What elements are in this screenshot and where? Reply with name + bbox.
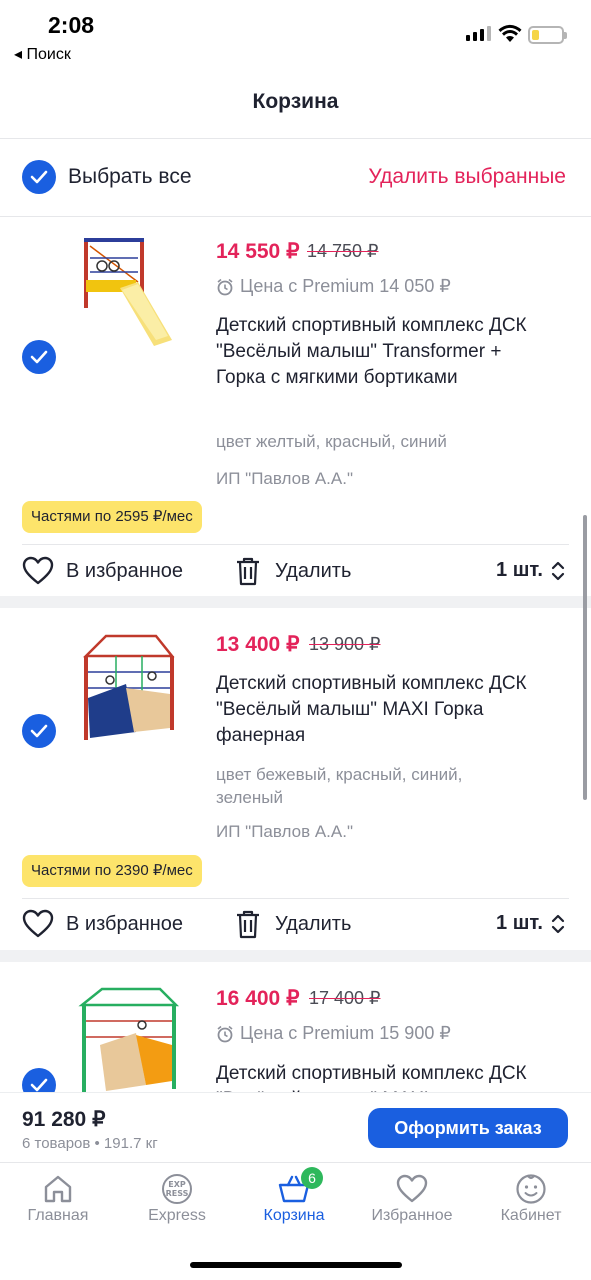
header-divider (0, 138, 591, 139)
premium-price: Цена с Premium 14 050 ₽ (216, 276, 451, 297)
tab-label: Express (148, 1207, 206, 1224)
item-title[interactable]: Детский спортивный комплекс ДСК "Весёлый… (216, 313, 546, 391)
cart-total: 91 280 ₽ (22, 1108, 106, 1131)
item-seller[interactable]: ИП "Павлов А.А." (216, 820, 516, 843)
favorites-label: В избранное (66, 559, 184, 582)
cellular-signal-icon (466, 26, 491, 41)
item-old-price: 13 900 ₽ (309, 634, 381, 654)
add-to-favorites-button[interactable]: В избранное (22, 556, 183, 586)
checkout-button[interactable]: Оформить заказ (368, 1108, 568, 1148)
item-price: 13 400 ₽ (216, 633, 300, 656)
item-checkbox[interactable] (22, 340, 56, 374)
tab-favorites[interactable]: Избранное (357, 1171, 467, 1225)
trash-icon (237, 557, 259, 586)
chevron-up-down-icon (551, 561, 565, 580)
item-color: цвет желтый, красный, синий (216, 432, 447, 451)
profile-icon (516, 1174, 546, 1204)
item-separator (0, 950, 591, 962)
item-separator (0, 596, 591, 608)
item-old-price: 14 750 ₽ (307, 241, 379, 261)
item-checkbox[interactable] (22, 714, 56, 748)
scrollbar[interactable] (583, 515, 587, 800)
premium-price: Цена с Premium 15 900 ₽ (216, 1023, 451, 1044)
quantity-selector[interactable]: 1 шт. (496, 559, 565, 582)
item-color: цвет бежевый, красный, синий, зеленый (216, 765, 463, 807)
battery-icon (528, 26, 567, 44)
quantity-value: 1 шт. (496, 559, 543, 581)
delete-label: Удалить (275, 912, 352, 935)
product-image[interactable] (76, 985, 186, 1105)
item-price: 14 550 ₽ (216, 240, 300, 263)
item-seller[interactable]: ИП "Павлов А.А." (216, 467, 516, 490)
item-actions-divider (22, 898, 569, 899)
status-bar: 2:08 ◂ Поиск (0, 0, 591, 70)
tab-cart[interactable]: 6 Корзина (239, 1167, 349, 1225)
trash-icon (237, 910, 259, 939)
checkmark-icon (30, 724, 48, 738)
status-time: 2:08 (48, 12, 95, 38)
heart-icon (396, 1174, 428, 1203)
cart-summary-bar: 91 280 ₽ 6 товаров • 191.7 кг Оформить з… (0, 1092, 591, 1162)
heart-icon (22, 556, 54, 585)
delete-selected-button[interactable]: Удалить выбранные (368, 165, 566, 189)
cart-count-badge: 6 (301, 1167, 323, 1189)
premium-clock-icon (217, 1025, 233, 1042)
svg-text:RESS: RESS (166, 1189, 189, 1198)
product-image[interactable] (76, 628, 186, 748)
add-to-favorites-button[interactable]: В избранное (22, 909, 183, 939)
home-icon (44, 1175, 72, 1203)
delete-label: Удалить (275, 559, 352, 582)
express-icon: EXPRESS (162, 1174, 192, 1204)
checkmark-icon (30, 1078, 48, 1092)
select-all-checkbox[interactable] (22, 160, 56, 194)
chevron-up-down-icon (551, 914, 565, 933)
tab-profile[interactable]: Кабинет (476, 1171, 586, 1225)
item-price: 16 400 ₽ (216, 987, 300, 1010)
premium-clock-icon (217, 278, 233, 295)
installment-badge[interactable]: Частями по 2595 ₽/мес (22, 501, 202, 533)
cart-details: 6 товаров • 191.7 кг (22, 1135, 158, 1152)
tab-label: Корзина (263, 1207, 325, 1224)
svg-text:EXP: EXP (168, 1180, 186, 1189)
premium-price-text: Цена с Premium 15 900 ₽ (240, 1023, 451, 1043)
item-actions-divider (22, 544, 569, 545)
tab-label: Избранное (371, 1207, 453, 1224)
item-old-price: 17 400 ₽ (309, 988, 381, 1008)
checkmark-icon (30, 170, 48, 184)
quantity-selector[interactable]: 1 шт. (496, 912, 565, 935)
back-to-search-link[interactable]: ◂ Поиск (14, 44, 71, 64)
favorites-label: В избранное (66, 912, 184, 935)
wifi-icon (498, 24, 522, 42)
home-indicator (190, 1262, 402, 1268)
heart-icon (22, 909, 54, 938)
delete-item-button[interactable]: Удалить (235, 556, 351, 586)
tab-label: Главная (27, 1207, 89, 1224)
tab-express[interactable]: EXP RESS Express (122, 1171, 232, 1225)
product-image[interactable] (76, 232, 186, 352)
installment-badge[interactable]: Частями по 2390 ₽/мес (22, 855, 202, 887)
tab-label: Кабинет (500, 1207, 562, 1224)
page-title: Корзина (252, 90, 339, 113)
premium-price-text: Цена с Premium 14 050 ₽ (240, 276, 451, 296)
select-all-label[interactable]: Выбрать все (68, 165, 192, 189)
delete-item-button[interactable]: Удалить (235, 909, 351, 939)
select-all-divider (0, 216, 591, 217)
checkmark-icon (30, 350, 48, 364)
tab-home[interactable]: Главная (3, 1171, 113, 1225)
quantity-value: 1 шт. (496, 912, 543, 934)
item-title[interactable]: Детский спортивный комплекс ДСК "Весёлый… (216, 671, 546, 749)
